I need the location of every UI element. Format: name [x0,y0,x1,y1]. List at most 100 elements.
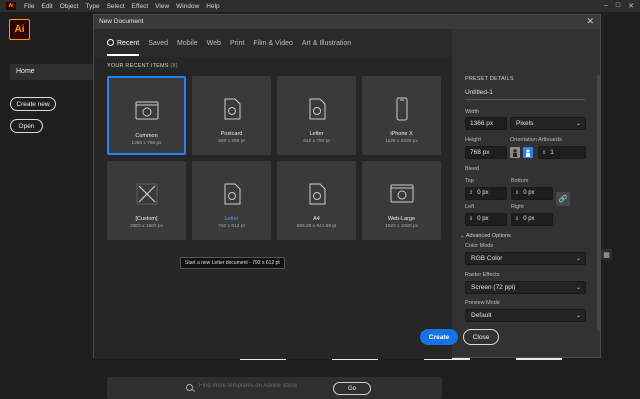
menu-edit[interactable]: Edit [41,3,52,10]
raster-effects-dropdown[interactable]: Screen (72 ppi) ⌄ [465,281,586,294]
menu-window[interactable]: Window [176,3,199,10]
bleed-right-field[interactable]: ⇕ 0 px [511,213,553,226]
preset-name: [Custom] [135,216,158,222]
close-button[interactable]: Close [463,329,499,345]
menu-type[interactable]: Type [85,3,99,10]
menu-select[interactable]: Select [107,3,125,10]
preview-mode-label: Preview Mode [465,300,500,306]
preset-tooltip: Start a new Letter document - 792 x 612 … [180,257,285,269]
stepper-icon[interactable]: ⇕ [542,150,546,156]
preset-details-header: PRESET DETAILS [465,76,514,82]
color-mode-dropdown[interactable]: RGB Color ⌄ [465,252,586,265]
stepper-icon[interactable]: ⇕ [469,216,473,222]
menu-help[interactable]: Help [206,3,219,10]
bleed-right-label: Right [511,204,524,210]
menu-file[interactable]: File [24,3,34,10]
stepper-icon[interactable]: ⇕ [469,190,473,196]
bleed-top-field[interactable]: ⇕ 0 px [465,187,507,200]
stock-search-bar: Go [107,377,442,399]
mobile-icon [396,97,407,121]
preset-card[interactable]: Letter 792 x 612 pt [192,161,271,240]
minimize-icon[interactable]: – [604,2,608,10]
preset-card[interactable]: Postcard 560 x 288 pt [192,76,271,155]
preset-size: 1920 x 1080 px [385,224,418,229]
color-mode-value: RGB Color [471,255,503,262]
portrait-orientation-button[interactable] [510,147,520,158]
recent-items-count: (8) [170,63,178,69]
document-name-field[interactable]: Untitled-1 [465,87,585,100]
preset-name: iPhone X [390,131,413,137]
create-button[interactable]: Create [420,329,458,345]
print-icon [224,98,240,120]
bleed-right-value: 0 px [523,216,535,222]
print-icon [309,98,325,120]
grid-view-icon[interactable]: ▦ [601,249,612,260]
width-label: Width [465,109,480,115]
tab-saved[interactable]: Saved [148,40,168,47]
preview-mode-dropdown[interactable]: Default ⌄ [465,309,586,322]
landscape-orientation-button[interactable] [523,147,533,158]
width-field[interactable]: 1366 px [465,117,507,130]
preset-card[interactable]: Letter 612 x 792 pt [277,76,356,155]
menu-effect[interactable]: Effect [132,3,149,10]
close-icon[interactable]: ✕ [586,16,594,27]
bleed-bottom-field[interactable]: ⇕ 0 px [511,187,553,200]
tab-recent[interactable]: Recent [107,39,140,56]
advanced-options-toggle[interactable]: ⌄ Advanced Options [460,233,511,239]
preset-size: 1125 x 2436 px [385,139,418,144]
height-field[interactable]: 768 px [465,146,507,159]
color-mode-label: Color Mode [465,243,494,249]
stock-search-input[interactable] [199,383,329,389]
details-scrollbar[interactable] [597,75,600,331]
window-controls: – □ ✕ [604,2,634,10]
preset-card[interactable]: Web-Large 1920 x 1080 px [362,161,441,240]
bleed-left-value: 0 px [477,216,489,222]
search-icon [186,384,193,391]
preset-name: Letter [224,216,239,222]
orientation-label: Orientation [510,137,537,143]
dialog-title: New Document [94,15,600,29]
open-button[interactable]: Open [10,119,43,133]
tab-art-illustration[interactable]: Art & Illustration [302,40,351,47]
stepper-icon[interactable]: ⇕ [515,190,519,196]
preset-details-pane: PRESET DETAILS Untitled-1 Width 1366 px … [452,29,600,357]
go-button[interactable]: Go [333,382,371,395]
advanced-options-label: Advanced Options [465,233,511,239]
preset-card[interactable]: Common 1366 x 768 px [107,76,186,155]
maximize-icon[interactable]: □ [616,2,620,10]
menu-object[interactable]: Object [60,3,79,10]
bleed-left-field[interactable]: ⇕ 0 px [465,213,507,226]
portrait-icon [513,149,517,157]
preset-card[interactable]: A4 595.28 x 841.89 pt [277,161,356,240]
link-bleed-icon[interactable]: 🔗 [556,192,570,206]
close-window-icon[interactable]: ✕ [628,2,634,10]
chevron-down-icon: ⌄ [575,121,581,127]
illustrator-logo: Ai [9,19,30,40]
stepper-icon[interactable]: ⇕ [515,216,519,222]
tab-print[interactable]: Print [230,40,244,47]
preset-name: Letter [309,131,324,137]
chevron-down-icon: ⌄ [460,233,465,239]
units-dropdown[interactable]: Pixels ⌄ [510,117,586,130]
chevron-down-icon: ⌄ [575,256,581,262]
preset-name: Web-Large [387,216,416,222]
preset-size: 612 x 792 pt [303,139,330,144]
create-new-button[interactable]: Create new [10,97,56,111]
chevron-down-icon: ⌄ [575,313,581,319]
bleed-top-label: Top [465,178,474,184]
tab-film-video[interactable]: Film & Video [253,40,293,47]
art-icon [136,183,157,205]
menu-view[interactable]: View [155,3,169,10]
artboards-label: Artboards [538,137,562,143]
app-icon-small: Ai [6,2,16,10]
preset-size: 595.28 x 841.89 pt [296,224,337,229]
height-label: Height [465,137,481,143]
tab-mobile[interactable]: Mobile [177,40,198,47]
sidebar-item-home[interactable]: Home [10,64,94,80]
preset-card[interactable]: [Custom] 2000 x 1600 px [107,161,186,240]
preset-size: 792 x 612 pt [218,224,245,229]
preset-card[interactable]: iPhone X 1125 x 2436 px [362,76,441,155]
bleed-top-value: 0 px [477,190,489,196]
artboards-field[interactable]: ⇕ 1 [538,146,586,159]
tab-web[interactable]: Web [207,40,221,47]
